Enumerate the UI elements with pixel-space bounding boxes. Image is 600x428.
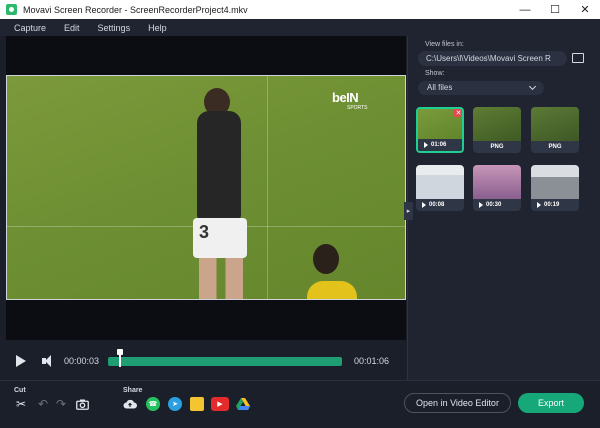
file-duration: 00:08 [429,202,445,208]
volume-icon[interactable] [42,355,56,367]
file-duration: 00:30 [486,202,502,208]
file-thumbnail[interactable]: PNG [531,107,579,153]
open-in-video-editor-button[interactable]: Open in Video Editor [404,393,511,413]
file-thumbnail[interactable]: ✕ 01:06 [416,107,464,153]
app-logo-icon [6,4,17,15]
menu-help[interactable]: Help [148,23,167,33]
thumbnail-image [531,165,579,199]
thumbnail-footer: 00:30 [473,199,521,211]
cloud-upload-icon[interactable] [123,397,137,411]
file-filter-value: All files [427,83,453,92]
folder-open-icon[interactable] [572,53,584,63]
chevron-down-icon [528,82,537,91]
file-thumbnail[interactable]: 00:19 [531,165,579,211]
google-drive-folder-icon[interactable] [190,397,204,411]
thumbnail-image [473,165,521,199]
thumbnail-footer: 01:06 [418,139,462,151]
file-thumbnail[interactable]: PNG [473,107,521,153]
thumbnail-footer: 00:19 [531,199,579,211]
menu-edit[interactable]: Edit [64,23,80,33]
file-type-badge: PNG [548,144,562,150]
minimize-button[interactable]: — [510,0,540,19]
thumbnail-image [473,107,521,141]
file-filter-select[interactable]: All files [418,81,544,95]
video-type-icon [479,202,483,208]
redo-icon[interactable]: ↷ [54,397,68,411]
title-bar: Movavi Screen Recorder - ScreenRecorderP… [0,0,600,19]
export-button[interactable]: Export [518,393,584,413]
video-frame[interactable]: 3 beIN SPORTS [6,75,406,300]
window-title: Movavi Screen Recorder - ScreenRecorderP… [23,4,248,15]
jersey-number: 3 [199,222,210,242]
total-time: 00:01:06 [354,356,390,366]
second-player-head [313,244,339,274]
thumbnail-footer: PNG [531,141,579,153]
pitch-line [267,76,268,299]
thumbnail-image [531,107,579,141]
whatsapp-icon[interactable]: ☎ [146,397,160,411]
broadcaster-logo-sub: SPORTS [347,105,368,111]
cut-label: Cut [14,387,26,394]
youtube-icon[interactable]: ▶ [211,397,229,411]
collapse-panel-button[interactable]: ▸ [404,202,413,220]
thumbnail-image [416,165,464,199]
player-shirt [197,111,241,221]
share-label: Share [123,387,143,394]
folder-path-field[interactable]: C:\Users\l\Videos\Movavi Screen R [418,51,567,66]
thumbnail-footer: 00:08 [416,199,464,211]
show-label: Show: [425,70,445,77]
scissors-icon[interactable]: ✂ [14,397,28,411]
close-window-button[interactable]: ✕ [570,0,600,19]
camera-icon[interactable] [75,397,89,411]
thumbnail-footer: PNG [473,141,521,153]
video-type-icon [537,202,541,208]
current-time: 00:00:03 [64,356,100,366]
file-thumbnail[interactable]: 00:30 [473,165,521,211]
file-duration: 01:06 [431,142,447,148]
broadcaster-logo: beIN [332,90,359,105]
delete-file-icon[interactable]: ✕ [454,109,462,117]
undo-icon[interactable]: ↶ [36,397,50,411]
window-controls: — ☐ ✕ [510,0,600,19]
play-icon[interactable] [16,355,26,367]
menu-settings[interactable]: Settings [98,23,131,33]
maximize-button[interactable]: ☐ [540,0,570,19]
telegram-icon[interactable]: ➤ [168,397,182,411]
preview-area: 3 beIN SPORTS [6,36,406,340]
app-window: Movavi Screen Recorder - ScreenRecorderP… [0,0,600,428]
file-thumbnail[interactable]: 00:08 [416,165,464,211]
google-drive-icon[interactable] [236,397,250,411]
video-type-icon [422,202,426,208]
player-shorts: 3 [193,218,247,258]
playback-controls: 00:00:03 00:01:06 [6,348,406,374]
timeline-track[interactable] [108,357,342,366]
view-files-label: View files in: [425,41,464,48]
menu-bar: Capture Edit Settings Help [0,19,600,36]
playhead-handle[interactable] [116,349,123,367]
file-duration: 00:19 [544,202,560,208]
file-type-badge: PNG [490,144,504,150]
player-legs [199,258,243,299]
video-type-icon [424,142,428,148]
menu-capture[interactable]: Capture [14,23,46,33]
second-player-shirt [307,281,357,299]
